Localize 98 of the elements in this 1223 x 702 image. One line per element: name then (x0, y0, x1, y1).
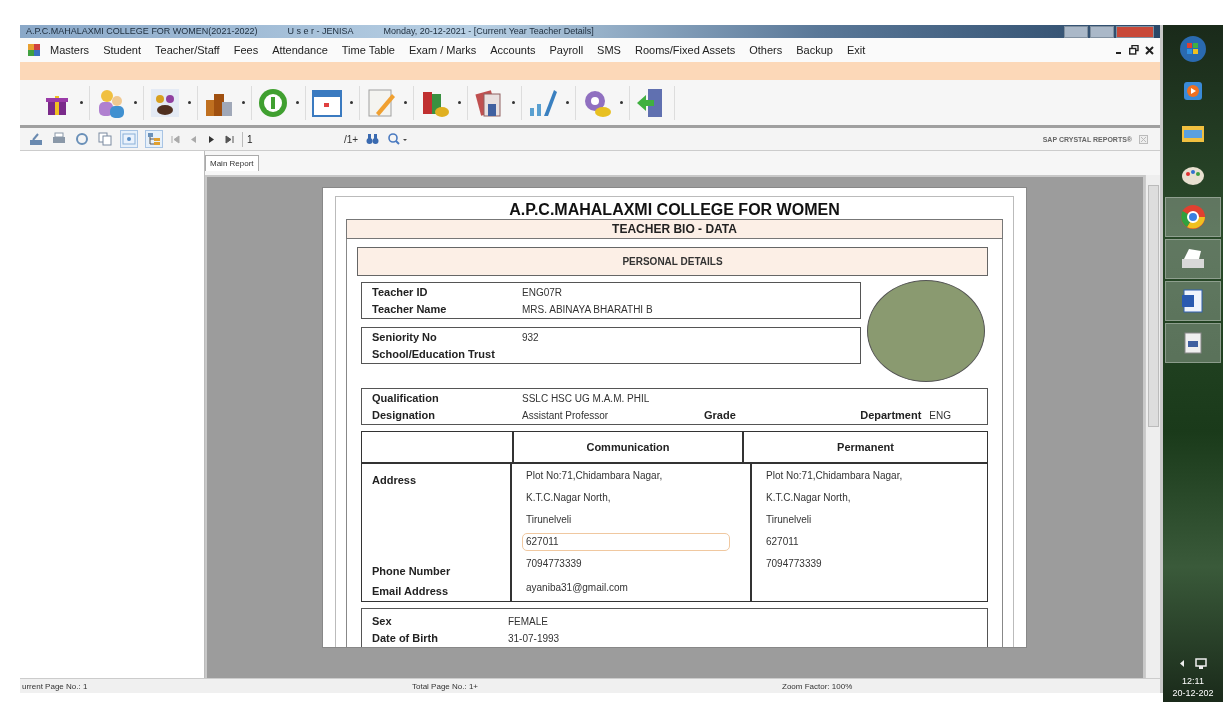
group-tree-button[interactable] (145, 130, 163, 148)
menu-item[interactable]: Student (103, 44, 142, 56)
address-line: K.T.C.Nagar North, (765, 491, 852, 505)
zoom-button[interactable] (387, 132, 410, 146)
menu-item[interactable]: Time Table (341, 44, 395, 56)
menu-item[interactable]: Payroll (549, 44, 584, 56)
email-value: ayaniba31@gmail.com (525, 581, 629, 595)
field-value: 932 (522, 332, 539, 343)
export-button[interactable] (28, 131, 44, 147)
field-label: Qualification (372, 392, 440, 404)
field-label: Teacher Name (372, 303, 448, 315)
network-icon[interactable] (1194, 658, 1207, 669)
menu-item[interactable]: Others (749, 44, 783, 56)
total-pages-status: Total Page No.: 1+ (412, 681, 480, 691)
field-label: Sex (372, 615, 393, 627)
calendar-button[interactable] (310, 85, 360, 120)
last-page-button[interactable] (224, 133, 235, 145)
field-value: 31-07-1993 (508, 633, 560, 644)
field-value: MRS. ABINAYA BHARATHI B (522, 304, 653, 315)
field-value: ENG (929, 410, 951, 421)
tray-arrow-icon[interactable] (1179, 660, 1185, 667)
address-line: Plot No:71,Chidambara Nagar, (765, 469, 904, 483)
field-label: Address (372, 474, 418, 486)
documents-button[interactable] (472, 85, 522, 120)
zoom-icon (388, 133, 409, 145)
field-label: Email Address (372, 585, 449, 597)
column-header: Communication (514, 432, 744, 462)
address-line: Plot No:71,Chidambara Nagar, (525, 469, 664, 483)
zoom-status: Zoom Factor: 100% (782, 681, 853, 691)
address-line: K.T.C.Nagar North, (525, 491, 612, 505)
college-name: A.P.C.MAHALAXMI COLLEGE FOR WOMEN (508, 201, 841, 219)
print-icon (52, 132, 66, 146)
phone-value: 7094773339 (525, 557, 583, 571)
circle-logo-button[interactable] (256, 85, 306, 120)
field-label: Seniority No (372, 331, 438, 343)
window-title: A.P.C.MAHALAXMI COLLEGE FOR WOMEN(2021-2022) (26, 26, 258, 37)
field-label: Designation (372, 409, 436, 421)
field-label: School/Education Trust (372, 348, 496, 360)
report-title: TEACHER BIO - DATA (346, 219, 1003, 239)
address-line: 627011 (765, 535, 800, 549)
start-orb-icon (1179, 35, 1207, 63)
address-line: 627011 (522, 533, 730, 551)
menu-item[interactable]: Rooms/Fixed Assets (634, 44, 736, 56)
close-button[interactable] (1116, 25, 1154, 38)
export-icon (29, 132, 43, 146)
clock-date[interactable]: 20-12-202 (1172, 687, 1214, 699)
copy-button[interactable] (97, 131, 113, 147)
copy-icon (98, 132, 112, 146)
left-arrow-icon (189, 134, 198, 144)
find-button[interactable] (365, 132, 381, 146)
last-page-icon (225, 134, 234, 144)
field-value: Assistant Professor (522, 410, 610, 421)
menu-item[interactable]: SMS (597, 44, 621, 56)
next-page-button[interactable] (206, 133, 217, 145)
minimize-button[interactable] (1064, 25, 1088, 38)
menu-item[interactable]: Teacher/Staff (155, 44, 220, 56)
page-count: /1+ (344, 133, 359, 145)
date-label: Monday, 20-12-2021 - [Current Year Teacher Details] (383, 26, 594, 37)
column-header: Permanent (836, 440, 895, 455)
group-button[interactable] (148, 85, 198, 120)
report-tab[interactable]: Main Report (205, 155, 259, 171)
document-button[interactable] (1165, 281, 1221, 321)
browser-icon (1179, 203, 1207, 231)
browser-button[interactable] (1165, 197, 1221, 237)
menu-item[interactable]: Accounts (490, 44, 536, 56)
restore-icon[interactable] (1129, 45, 1139, 55)
address-line: Tirunelveli (765, 513, 813, 527)
current-page-status: urrent Page No.: 1 (21, 681, 89, 691)
first-page-icon (171, 134, 180, 144)
field-label: Teacher ID (372, 286, 429, 298)
menu-item[interactable]: Attendance (272, 44, 328, 56)
menu-item[interactable]: Exam / Marks (409, 44, 477, 56)
right-arrow-icon (207, 134, 216, 144)
group-tree-icon (147, 132, 161, 146)
vertical-scrollbar[interactable] (1145, 175, 1160, 678)
menu-item[interactable]: Exit (846, 44, 866, 56)
close-icon[interactable] (1145, 45, 1154, 55)
section-title: PERSONAL DETAILS (357, 247, 988, 276)
phone-value: 7094773339 (765, 557, 823, 571)
field-value: SSLC HSC UG M.A.M. PHIL (522, 393, 650, 404)
application-button[interactable] (1165, 323, 1221, 363)
field-value: FEMALE (508, 616, 548, 627)
menu-item[interactable]: Backup (796, 44, 833, 56)
address-line: Tirunelveli (525, 513, 573, 527)
page-number-field[interactable]: 1 (242, 131, 337, 147)
field-value: ENG07R (522, 287, 562, 298)
field-label: Grade (704, 409, 737, 421)
field-label: Date of Birth (372, 632, 439, 644)
menu-item[interactable]: Masters (50, 44, 90, 56)
maximize-button[interactable] (1090, 25, 1114, 38)
menu-item[interactable]: Fees (233, 44, 259, 56)
clock-time[interactable]: 12:11 (1182, 675, 1204, 687)
app-icon (28, 44, 40, 56)
field-label: Phone Number (372, 565, 452, 577)
scanner-button[interactable] (1165, 239, 1221, 279)
user-label: U s e r - JENISA (287, 26, 354, 37)
binoculars-icon (366, 133, 380, 145)
field-label: Department (860, 409, 922, 421)
